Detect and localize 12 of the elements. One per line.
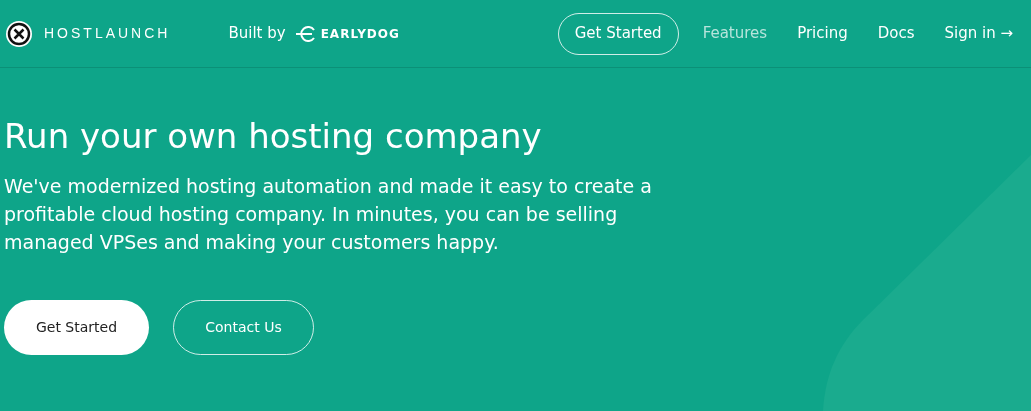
nav-link[interactable]: Features — [702, 22, 768, 45]
nav-link[interactable]: Pricing — [797, 22, 848, 45]
hero-title: Run your own hosting company — [4, 116, 543, 156]
nav-link[interactable]: Sign in → — [944, 22, 1013, 45]
brand-logo[interactable]: HOSTLAUNCH — [44, 23, 171, 44]
get-started-button[interactable]: Get Started — [4, 300, 149, 355]
hero-description: We've modernized hosting automation and made it easy to create a profitable cloud hosting company. In minutes, you can be selling managed VPSes and making your customers happy. — [4, 174, 653, 255]
close-circle-icon — [4, 18, 34, 49]
partner-logo-icon — [293, 25, 316, 42]
partner-logo-text: EARLYDOG — [320, 25, 400, 43]
built-by-text: Built by — [228, 23, 286, 45]
nav-link[interactable]: Docs — [877, 22, 915, 45]
